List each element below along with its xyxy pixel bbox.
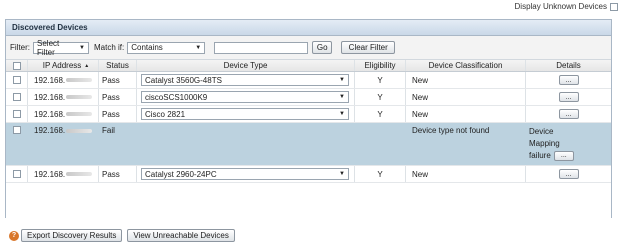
status: Pass [99, 106, 137, 122]
filter-label: Filter: [10, 43, 30, 52]
table-row-failed: 192.168. Fail Device type not found Devi… [6, 123, 611, 166]
header-status[interactable]: Status [99, 60, 137, 71]
device-type-value: Catalyst 2960-24PC [145, 169, 217, 179]
device-type-select[interactable]: ciscoSCS1000K9 ▼ [141, 91, 349, 103]
table-row: 192.168. Pass Cisco 2821 ▼ Y New ... [6, 106, 611, 123]
chevron-down-icon: ▼ [195, 44, 202, 51]
chevron-down-icon: ▼ [339, 94, 345, 100]
details-button[interactable]: ... [553, 151, 574, 161]
device-classification: New [406, 166, 526, 182]
header-select-all [6, 60, 28, 71]
devices-table: IP Address ▲ Status Device Type Eligibili… [6, 60, 611, 219]
device-type-select[interactable]: Catalyst 2960-24PC ▼ [141, 168, 349, 180]
table-row: 192.168. Pass Catalyst 3560G-48TS ▼ Y New… [6, 72, 611, 89]
row-checkbox[interactable] [12, 93, 21, 101]
status: Pass [99, 89, 137, 105]
device-classification: New [406, 72, 526, 88]
ip-address: 192.168. [34, 109, 66, 119]
device-classification: New [406, 106, 526, 122]
select-all-checkbox[interactable] [12, 61, 21, 70]
device-type-empty [137, 123, 355, 165]
failure-detail-line: Device [529, 127, 554, 136]
bottom-action-bar: ? Export Discovery Results View Unreacha… [9, 229, 240, 242]
display-unknown-option: Display Unknown Devices [515, 2, 618, 11]
device-classification: New [406, 89, 526, 105]
table-row: 192.168. Pass Catalyst 2960-24PC ▼ Y New … [6, 166, 611, 183]
ip-address: 192.168. [34, 92, 66, 102]
redacted-ip-part [66, 95, 93, 99]
device-type-select[interactable]: Catalyst 3560G-48TS ▼ [141, 74, 349, 86]
header-ip-address[interactable]: IP Address ▲ [28, 60, 99, 71]
row-checkbox[interactable] [12, 110, 21, 118]
ip-address: 192.168. [34, 126, 66, 135]
header-device-type[interactable]: Device Type [137, 60, 355, 71]
export-discovery-results-button[interactable]: Export Discovery Results [21, 229, 123, 242]
match-select-value: Contains [131, 43, 163, 52]
discovered-devices-panel: Discovered Devices Filter: Select Filter… [5, 19, 612, 219]
failure-detail-line: Mapping [529, 139, 560, 148]
display-unknown-label: Display Unknown Devices [514, 2, 607, 11]
chevron-down-icon: ▼ [339, 111, 345, 117]
row-checkbox[interactable] [13, 126, 21, 134]
match-label: Match if: [94, 43, 125, 52]
chevron-down-icon: ▼ [339, 171, 345, 177]
status: Fail [102, 126, 115, 135]
table-row: 192.168. Pass ciscoSCS1000K9 ▼ Y New ... [6, 89, 611, 106]
redacted-ip-part [66, 172, 93, 176]
row-checkbox[interactable] [12, 76, 21, 84]
device-type-select[interactable]: Cisco 2821 ▼ [141, 108, 349, 120]
chevron-down-icon: ▼ [339, 77, 345, 83]
header-eligibility[interactable]: Eligibility [355, 60, 406, 71]
panel-title: Discovered Devices [6, 20, 611, 36]
help-icon[interactable]: ? [9, 230, 19, 241]
ip-address: 192.168. [34, 169, 66, 179]
failure-detail-line: failure [529, 151, 551, 160]
details-button[interactable]: ... [558, 109, 579, 119]
filter-bar: Filter: Select Filter ▼ Match if: Contai… [6, 36, 611, 60]
device-type-value: Cisco 2821 [145, 109, 186, 119]
chevron-down-icon: ▼ [79, 44, 85, 51]
details-button[interactable]: ... [558, 92, 579, 102]
clear-filter-button[interactable]: Clear Filter [341, 41, 396, 54]
eligibility: Y [355, 72, 406, 88]
filter-select-value: Select Filter [37, 38, 60, 57]
match-select[interactable]: Contains ▼ [127, 41, 206, 54]
go-button[interactable]: Go [312, 41, 333, 54]
header-device-classification[interactable]: Device Classification [406, 60, 526, 71]
eligibility: Y [355, 166, 406, 182]
row-checkbox[interactable] [12, 170, 21, 178]
device-type-value: Catalyst 3560G-48TS [145, 75, 222, 85]
filter-select[interactable]: Select Filter ▼ [33, 38, 89, 57]
details-button[interactable]: ... [558, 169, 579, 179]
failure-detail: Device Mapping failure... [529, 126, 574, 162]
redacted-ip-part [66, 112, 93, 116]
status: Pass [99, 166, 137, 182]
ip-address: 192.168. [34, 75, 66, 85]
header-details: Details [556, 61, 581, 70]
eligibility [355, 123, 406, 165]
redacted-ip-part [66, 78, 93, 82]
redacted-ip-part [66, 129, 93, 133]
details-button[interactable]: ... [558, 75, 579, 85]
view-unreachable-devices-button[interactable]: View Unreachable Devices [127, 229, 235, 242]
device-type-value: ciscoSCS1000K9 [145, 92, 208, 102]
status: Pass [99, 72, 137, 88]
sort-ascending-icon: ▲ [84, 62, 90, 69]
filter-text-input[interactable] [214, 41, 309, 54]
eligibility: Y [355, 106, 406, 122]
header-ip-label: IP Address [42, 61, 82, 70]
eligibility: Y [355, 89, 406, 105]
device-classification: Device type not found [412, 126, 490, 135]
table-header: IP Address ▲ Status Device Type Eligibili… [6, 60, 611, 72]
display-unknown-checkbox[interactable] [610, 2, 618, 11]
